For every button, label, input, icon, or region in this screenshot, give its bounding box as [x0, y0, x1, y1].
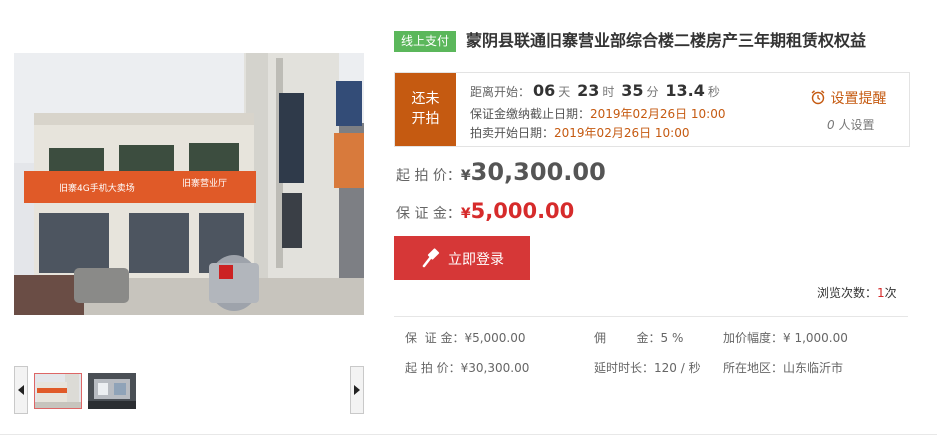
status-box: 还未 开拍 距离开始： 06 天 23 时 35 分 13.4 秒 保证金缴纳截止日期：2… [394, 72, 910, 147]
set-reminder-label: 设置提醒 [830, 91, 887, 107]
deposit-deadline-value: 2019年02月26日 10:00 [590, 107, 726, 121]
status-tag: 还未 开拍 [395, 73, 456, 146]
online-payment-badge: 线上支付 [394, 31, 456, 52]
next-thumb-button[interactable] [350, 366, 364, 414]
deposit-deadline: 保证金缴纳截止日期：2019年02月26日 10:00 [470, 105, 726, 122]
countdown-minutes-unit: 分 [646, 85, 659, 99]
deposit-row: 保 证 金：¥5,000.00 [396, 199, 574, 223]
building-photo-icon: 旧寨4G手机大卖场 旧寨营业厅 [14, 53, 364, 315]
countdown-seconds: 13.4 [665, 81, 705, 100]
gavel-icon [422, 248, 440, 268]
view-count-unit: 次 [884, 286, 897, 300]
storefront-sign-1: 旧寨4G手机大卖场 [59, 182, 135, 194]
interior-thumb-icon [88, 373, 136, 409]
status-tag-line1: 还未 [411, 91, 440, 107]
deposit-currency: ¥ [460, 206, 471, 222]
detail-commission: 佣 金：5 % [594, 331, 684, 345]
auction-start-date: 拍卖开始日期：2019年02月26日 10:00 [470, 124, 690, 141]
detail-start-price: 起 拍 价：¥30,300.00 [405, 361, 530, 375]
triangle-left-icon [18, 385, 24, 395]
main-photo[interactable]: 旧寨4G手机大卖场 旧寨营业厅 [14, 53, 364, 315]
countdown: 距离开始： 06 天 23 时 35 分 13.4 秒 [470, 81, 720, 100]
countdown-label: 距离开始： [470, 85, 531, 99]
auction-start-label: 拍卖开始日期： [470, 126, 555, 140]
deposit-amount: 5,000.00 [470, 199, 575, 223]
storefront-sign-2: 旧寨营业厅 [182, 177, 227, 189]
auction-start-value: 2019年02月26日 10:00 [554, 126, 690, 140]
thumbnail-strip [14, 366, 364, 414]
detail-delay: 延时时长：120 / 秒 [594, 361, 701, 375]
bottom-border [0, 434, 937, 435]
thumbnail-2[interactable] [88, 373, 136, 409]
thumbnail-1[interactable] [34, 373, 82, 409]
deposit-deadline-label: 保证金缴纳截止日期： [470, 107, 591, 121]
countdown-hours: 23 [577, 81, 600, 100]
building-thumb-icon [35, 374, 81, 408]
countdown-minutes: 35 [621, 81, 644, 100]
countdown-seconds-unit: 秒 [707, 85, 720, 99]
start-price-amount: 30,300.00 [470, 158, 606, 186]
detail-increment: 加价幅度：¥ 1,000.00 [723, 331, 848, 345]
countdown-days: 06 [533, 81, 556, 100]
reminder-count: 0 人设置 [827, 116, 874, 133]
start-price-row: 起 拍 价：¥30,300.00 [396, 158, 606, 186]
start-price-label: 起 拍 价： [396, 168, 461, 184]
set-reminder-button[interactable]: 设置提醒 [810, 88, 886, 108]
auction-title: 蒙阴县联通旧寨营业部综合楼二楼房产三年期租赁权权益 [466, 31, 867, 50]
view-count: 浏览次数：1次 [817, 284, 897, 301]
reminder-count-suffix: 人设置 [838, 118, 875, 132]
login-label: 立即登录 [448, 252, 504, 268]
status-tag-line2: 开拍 [411, 111, 440, 127]
view-count-label: 浏览次数： [817, 286, 878, 300]
triangle-right-icon [354, 385, 360, 395]
countdown-hours-unit: 时 [602, 85, 615, 99]
alarm-clock-icon [811, 90, 825, 105]
prev-thumb-button[interactable] [14, 366, 28, 414]
divider [394, 316, 908, 317]
detail-location: 所在地区：山东临沂市 [723, 361, 844, 375]
login-button[interactable]: 立即登录 [394, 236, 530, 280]
reminder-count-number: 0 [827, 118, 835, 132]
detail-deposit: 保 证 金：¥5,000.00 [405, 331, 526, 345]
deposit-label: 保 证 金： [396, 206, 461, 222]
start-price-currency: ¥ [460, 168, 471, 184]
view-count-number: 1 [877, 286, 885, 300]
countdown-days-unit: 天 [558, 85, 571, 99]
